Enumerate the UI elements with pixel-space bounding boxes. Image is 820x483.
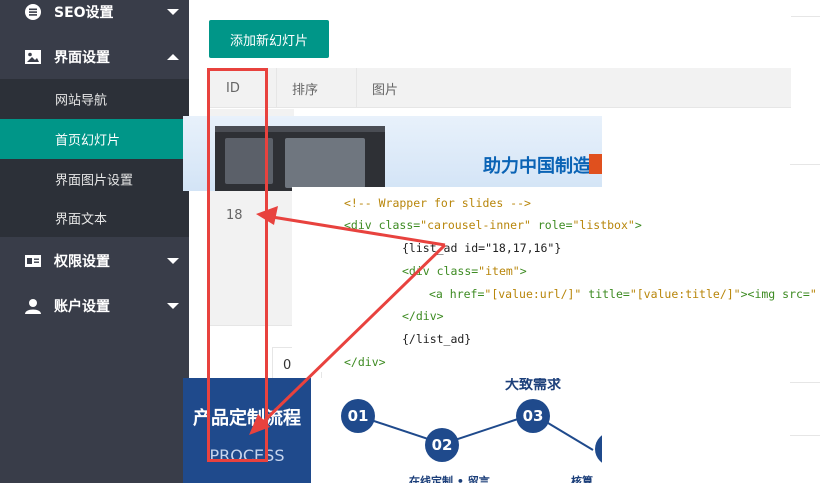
sidebar-group-permissions[interactable]: 权限设置 bbox=[0, 239, 189, 283]
code-token: title= bbox=[581, 287, 630, 301]
sidebar-item-home-slides[interactable]: 首页幻灯片 bbox=[0, 119, 189, 159]
code-line: </div> bbox=[344, 355, 386, 369]
table-header: ID 排序 图片 bbox=[209, 68, 791, 108]
code-token: <!-- Wrapper for slides --> bbox=[344, 196, 531, 210]
code-token: "item" bbox=[478, 264, 520, 278]
add-slide-button[interactable]: 添加新幻灯片 bbox=[209, 20, 329, 58]
code-snippet: <!-- Wrapper for slides --> <div class="c… bbox=[292, 187, 820, 372]
code-token: <div bbox=[344, 218, 379, 232]
code-token: "carousel-inner" bbox=[420, 218, 531, 232]
chevron-down-icon bbox=[167, 303, 179, 309]
code-token: " bbox=[809, 287, 817, 301]
process-connector bbox=[358, 412, 594, 451]
chevron-up-icon bbox=[167, 54, 179, 60]
code-line: <div class="carousel-inner" role="listbo… bbox=[344, 218, 642, 232]
code-token: src= bbox=[782, 287, 810, 301]
code-token: "[value:url/]" bbox=[484, 287, 582, 301]
cell-id: 18 bbox=[226, 208, 243, 223]
slide-badge bbox=[589, 154, 602, 174]
code-token: <a bbox=[429, 287, 450, 301]
code-token: class= bbox=[436, 264, 479, 278]
code-token: </div> bbox=[344, 355, 386, 369]
code-token: > bbox=[519, 264, 527, 278]
header-sort: 排序 bbox=[292, 82, 319, 98]
sidebar-item-label: 界面文本 bbox=[55, 212, 108, 228]
code-line: </div> bbox=[402, 309, 444, 323]
code-token: role= bbox=[530, 218, 573, 232]
chevron-down-icon bbox=[167, 258, 179, 264]
sidebar-submenu: 网站导航 首页幻灯片 界面图片设置 界面文本 bbox=[0, 79, 189, 237]
sidebar-group-label: 权限设置 bbox=[54, 254, 110, 270]
code-token: class= bbox=[378, 218, 421, 232]
slide-title: 产品定制流程 bbox=[193, 408, 301, 429]
header-image: 图片 bbox=[372, 82, 399, 98]
step-label: 大致需求 bbox=[505, 378, 561, 393]
sidebar-group-seo[interactable]: SEO设置 bbox=[0, 0, 189, 34]
sidebar-item-site-nav[interactable]: 网站导航 bbox=[0, 79, 189, 119]
code-token: href= bbox=[449, 287, 485, 301]
code-line: <!-- Wrapper for slides --> bbox=[344, 196, 531, 210]
code-token: </div> bbox=[402, 309, 444, 323]
step-circle: 01 bbox=[341, 399, 375, 433]
user-icon bbox=[25, 299, 41, 314]
sidebar-group-account[interactable]: 账户设置 bbox=[0, 284, 189, 328]
sidebar-item-interface-text[interactable]: 界面文本 bbox=[0, 198, 189, 238]
code-token: "[value:title/]" bbox=[629, 287, 741, 301]
list-circle-icon bbox=[25, 4, 41, 20]
step-label: 在线定制 • 留言 bbox=[409, 475, 490, 483]
code-token: > bbox=[634, 218, 642, 232]
app-root: SEO设置 界面设置 网站导航 首页幻灯片 界面图片设置 界面文本 权限设置 账… bbox=[0, 0, 820, 483]
sidebar-item-interface-images[interactable]: 界面图片设置 bbox=[0, 159, 189, 199]
code-token: <div bbox=[402, 264, 437, 278]
slide-thumbnail: 助力中国制造 bbox=[183, 116, 602, 191]
code-token: {list_ad id="18,17,16"} bbox=[402, 241, 562, 255]
code-line: <a href="[value:url/]" title="[value:tit… bbox=[429, 287, 817, 301]
divider bbox=[791, 16, 820, 17]
step-label: 核算 bbox=[571, 475, 593, 483]
column-divider bbox=[356, 68, 357, 108]
chevron-down-icon bbox=[167, 9, 179, 15]
sidebar-group-label: 界面设置 bbox=[54, 50, 110, 66]
sidebar-group-interface[interactable]: 界面设置 bbox=[0, 35, 189, 79]
sidebar-group-label: SEO设置 bbox=[54, 5, 114, 21]
code-line: {/list_ad} bbox=[402, 332, 471, 346]
step-circle: 02 bbox=[425, 428, 459, 462]
code-line: {list_ad id="18,17,16"} bbox=[402, 241, 561, 255]
code-token: {/list_ad} bbox=[402, 332, 472, 346]
slide-caption: 助力中国制造 bbox=[483, 156, 591, 177]
id-card-icon bbox=[25, 255, 41, 267]
image-icon bbox=[25, 50, 41, 64]
header-id: ID bbox=[226, 80, 240, 96]
sidebar-group-label: 账户设置 bbox=[54, 299, 110, 315]
code-token: ><img bbox=[740, 287, 783, 301]
slide-subtitle: PROCESS bbox=[209, 446, 285, 465]
sidebar-item-label: 网站导航 bbox=[55, 93, 108, 109]
sidebar-item-label: 首页幻灯片 bbox=[55, 133, 121, 149]
code-token: "listbox" bbox=[572, 218, 635, 232]
column-divider bbox=[276, 68, 277, 108]
step-circle: 03 bbox=[516, 399, 550, 433]
sidebar-item-label: 界面图片设置 bbox=[55, 173, 134, 189]
machine-image bbox=[215, 126, 385, 191]
slide-title-panel: 产品定制流程 PROCESS bbox=[183, 378, 311, 483]
slide-thumbnail: 产品定制流程 PROCESS 大致需求 01 02 03 在线定制 • 留言 核… bbox=[183, 378, 602, 483]
sidebar: SEO设置 界面设置 网站导航 首页幻灯片 界面图片设置 界面文本 权限设置 账… bbox=[0, 0, 189, 483]
code-line: <div class="item"> bbox=[402, 264, 527, 278]
